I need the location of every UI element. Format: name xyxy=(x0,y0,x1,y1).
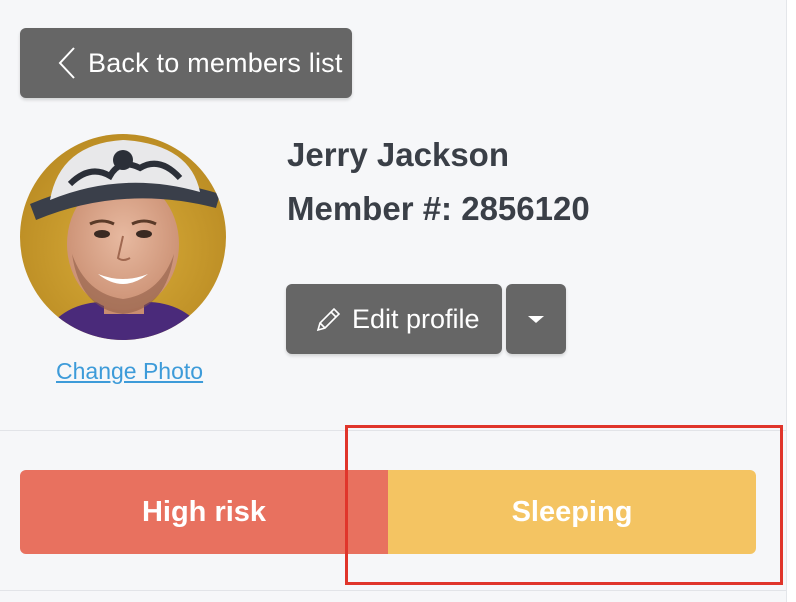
chevron-left-icon xyxy=(58,47,75,79)
change-photo-link[interactable]: Change Photo xyxy=(56,358,203,385)
member-name: Jerry Jackson xyxy=(287,136,509,173)
right-panel-edge xyxy=(786,0,796,602)
avatar[interactable] xyxy=(20,134,226,340)
member-status-bar: High risk Sleeping xyxy=(20,470,756,554)
section-divider xyxy=(0,430,786,431)
back-button-label: Back to members list xyxy=(88,47,343,78)
back-to-members-button[interactable]: Back to members list xyxy=(20,28,352,98)
member-number: Member #: 2856120 xyxy=(287,190,590,227)
caret-down-icon xyxy=(528,315,544,323)
edit-profile-label: Edit profile xyxy=(352,303,480,334)
member-profile-page: Back to members list Change Photo Jerry … xyxy=(0,0,796,602)
edit-profile-button[interactable]: Edit profile xyxy=(286,284,502,354)
status-high-risk[interactable]: High risk xyxy=(20,470,388,554)
pencil-icon xyxy=(316,307,341,332)
status-sleeping[interactable]: Sleeping xyxy=(388,470,756,554)
bottom-divider xyxy=(0,590,786,591)
avatar-photo xyxy=(20,134,226,340)
profile-actions-dropdown-button[interactable] xyxy=(506,284,566,354)
